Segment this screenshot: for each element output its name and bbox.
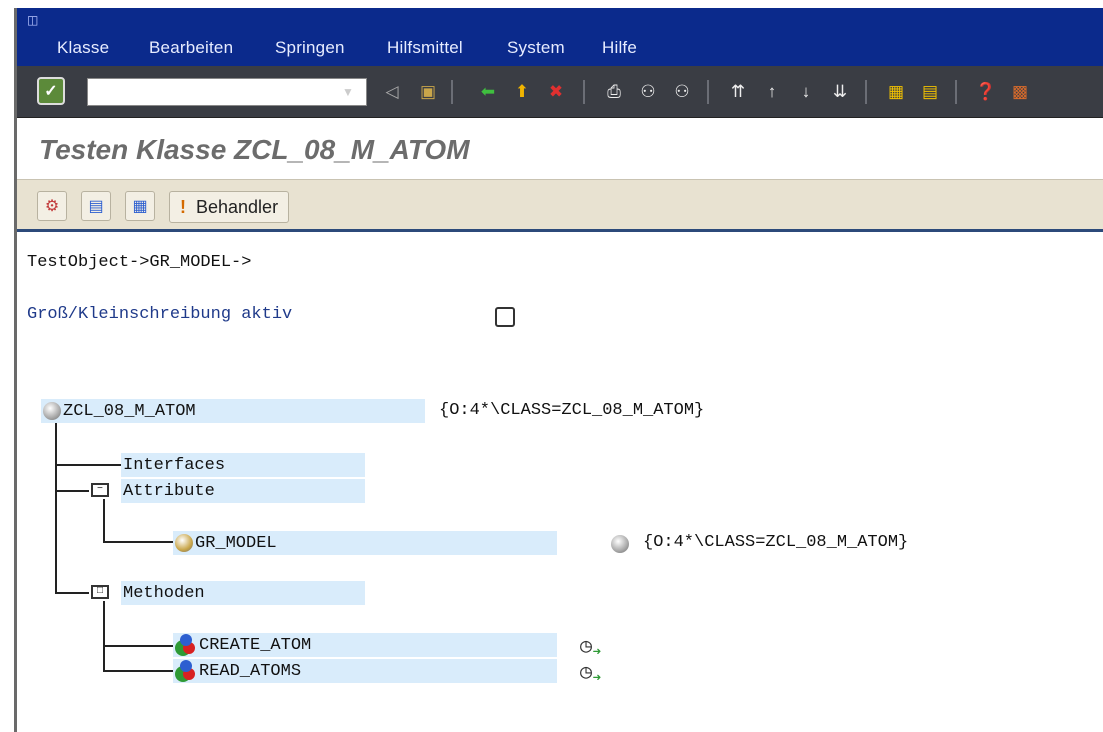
next-page-icon[interactable]: ↓ — [793, 79, 819, 105]
menu-klasse[interactable]: Klasse — [57, 38, 109, 58]
case-sensitive-label: Groß/Kleinschreibung aktiv — [27, 305, 293, 324]
back-small-icon[interactable]: ◁ — [379, 79, 405, 105]
tree-line — [55, 490, 89, 492]
object-icon — [43, 402, 61, 420]
toolbar-separator — [583, 80, 585, 104]
toolbar-separator — [865, 80, 867, 104]
sap-window: ◫ Klasse Bearbeiten Springen Hilfsmittel… — [14, 8, 1103, 732]
find-next-icon[interactable]: ⚇ — [669, 79, 695, 105]
menubar: ◫ Klasse Bearbeiten Springen Hilfsmittel… — [17, 8, 1103, 66]
tree-node-root-label: ZCL_08_M_ATOM — [63, 401, 196, 421]
tree-node-method-read-atoms[interactable]: READ_ATOMS — [173, 659, 557, 683]
case-sensitive-checkbox[interactable] — [495, 307, 515, 327]
create-shortcut-icon[interactable]: ▤ — [917, 79, 943, 105]
toolbar-separator — [451, 80, 453, 104]
tree-line — [103, 645, 173, 647]
object-reference-icon[interactable] — [611, 535, 629, 553]
method-label: READ_ATOMS — [199, 661, 302, 681]
system-menu-icon[interactable]: ◫ — [27, 14, 43, 26]
back-icon[interactable]: ⬅ — [475, 79, 501, 105]
enter-icon[interactable]: ✓ — [37, 77, 65, 105]
tree-line — [103, 670, 173, 672]
tree-node-methods[interactable]: Methoden — [121, 581, 365, 605]
tree-node-root-value: {O:4*\CLASS=ZCL_08_M_ATOM} — [439, 401, 705, 420]
application-toolbar: ⚙ ▤ ▦ ! Behandler — [17, 180, 1103, 232]
attribute-icon — [175, 534, 193, 552]
new-session-icon[interactable]: ▦ — [883, 79, 909, 105]
method-icon — [175, 660, 197, 682]
tree-line — [103, 541, 173, 543]
handler-button-label: Behandler — [196, 196, 279, 217]
display-object-icon[interactable]: ▦ — [125, 191, 155, 221]
tree-node-method-create-atom[interactable]: CREATE_ATOM — [173, 633, 557, 657]
handler-button[interactable]: ! Behandler — [169, 191, 290, 223]
tree-line — [55, 464, 123, 466]
tree-line — [55, 423, 57, 593]
trace-icon[interactable]: ⚙ — [37, 191, 67, 221]
folder-open-icon[interactable]: □ — [91, 585, 109, 599]
content-area: TestObject->GR_MODEL-> Groß/Kleinschreib… — [17, 235, 1103, 732]
menu-hilfsmittel[interactable]: Hilfsmittel — [387, 38, 463, 58]
tree-node-gr-model-value: {O:4*\CLASS=ZCL_08_M_ATOM} — [643, 533, 909, 552]
command-field[interactable] — [87, 78, 367, 106]
execute-method-icon[interactable]: ◷ ➜ — [573, 659, 601, 687]
tree-node-interfaces-label: Interfaces — [123, 455, 226, 475]
execute-method-icon[interactable]: ◷ ➜ — [573, 633, 601, 661]
last-page-icon[interactable]: ⇊ — [827, 79, 853, 105]
tree-line — [103, 601, 105, 671]
toolbar-separator — [955, 80, 957, 104]
method-label: CREATE_ATOM — [199, 635, 312, 655]
help-icon[interactable]: ❓ — [973, 79, 999, 105]
menu-hilfe[interactable]: Hilfe — [602, 38, 637, 58]
standard-toolbar: ✓ ▼ ◁ ▣ ⬅ ⬆ ✖ ⎙ ⚇ ⚇ ⇈ ↑ ↓ ⇊ ▦ ▤ ❓ ▩ — [17, 66, 1103, 118]
layout-menu-icon[interactable]: ▩ — [1007, 79, 1033, 105]
tree-node-methods-label: Methoden — [123, 583, 205, 603]
folder-collapse-icon[interactable]: − — [91, 483, 109, 497]
previous-page-icon[interactable]: ↑ — [759, 79, 785, 105]
tree-node-attribute[interactable]: Attribute — [121, 479, 365, 503]
title-bar: Testen Klasse ZCL_08_M_ATOM — [17, 120, 1103, 180]
toolbar-separator — [707, 80, 709, 104]
tree-node-attribute-label: Attribute — [123, 481, 215, 501]
menu-bearbeiten[interactable]: Bearbeiten — [149, 38, 233, 58]
page-title: Testen Klasse ZCL_08_M_ATOM — [39, 134, 470, 165]
exit-icon[interactable]: ⬆ — [509, 79, 535, 105]
tree-node-interfaces[interactable]: Interfaces — [121, 453, 365, 477]
tree-node-gr-model[interactable]: GR_MODEL — [173, 531, 557, 555]
find-icon[interactable]: ⚇ — [635, 79, 661, 105]
exclamation-icon: ! — [180, 196, 186, 217]
tree-line — [103, 499, 105, 543]
command-field-history-icon[interactable]: ▼ — [335, 79, 361, 105]
object-list-icon[interactable]: ▤ — [81, 191, 111, 221]
tree-node-gr-model-label: GR_MODEL — [195, 533, 277, 553]
menu-springen[interactable]: Springen — [275, 38, 345, 58]
menu-system[interactable]: System — [507, 38, 565, 58]
print-icon[interactable]: ⎙ — [601, 79, 627, 105]
cancel-icon[interactable]: ✖ — [543, 79, 569, 105]
save-icon[interactable]: ▣ — [415, 79, 441, 105]
first-page-icon[interactable]: ⇈ — [725, 79, 751, 105]
object-path: TestObject->GR_MODEL-> — [27, 253, 252, 272]
method-icon — [175, 634, 197, 656]
tree-line — [55, 592, 89, 594]
tree-node-root[interactable]: ZCL_08_M_ATOM — [41, 399, 425, 423]
